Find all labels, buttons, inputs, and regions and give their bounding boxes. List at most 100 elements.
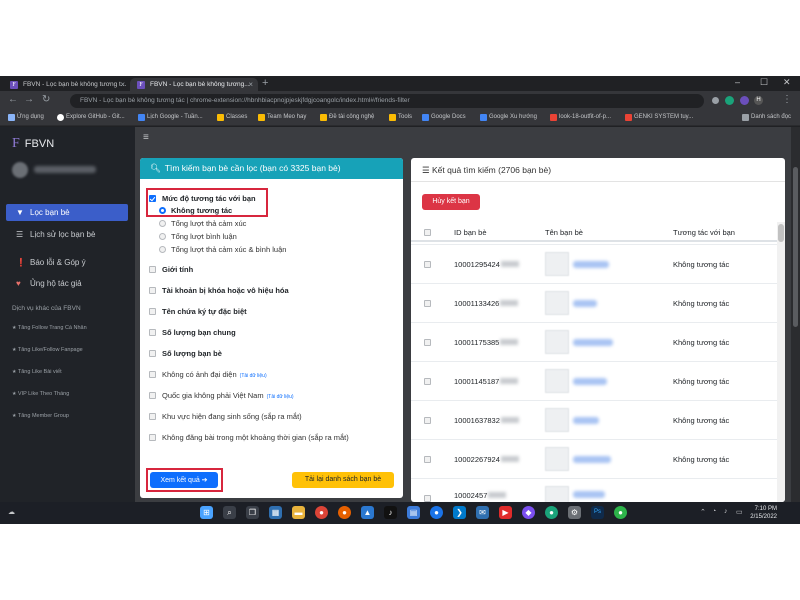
youtube-icon[interactable]: ▶ <box>499 506 512 519</box>
task-view-icon[interactable]: ❐ <box>246 506 259 519</box>
table-row[interactable]: 10001133426 Không tương tác <box>411 283 777 322</box>
minimize-button[interactable]: – <box>735 77 740 87</box>
close-window-button[interactable]: ✕ <box>783 77 791 88</box>
row-checkbox[interactable] <box>424 338 431 347</box>
line-icon[interactable]: ● <box>614 506 627 519</box>
checkbox[interactable] <box>149 195 156 202</box>
sidebar-item-filter-friends[interactable]: ▼ Lọc bạn bè <box>6 204 128 221</box>
select-all-checkbox[interactable] <box>424 228 431 237</box>
radio-reactions-and-comments[interactable]: Tổng lượt thả cảm xúc & bình luận <box>159 245 286 254</box>
filter-no-avatar[interactable]: Không có ảnh đại diện (Tải dữ liệu) <box>149 370 267 379</box>
service-link[interactable]: Tăng Member Group <box>12 413 69 419</box>
menu-dots-icon[interactable]: ⋮ <box>782 94 792 105</box>
profile-avatar[interactable]: H <box>754 96 763 105</box>
sidebar-item-filter-history[interactable]: ☰ Lịch sử lọc bạn bè <box>6 226 128 243</box>
battery-icon[interactable]: ▭ <box>736 508 743 516</box>
filter-friend-count[interactable]: Số lượng bạn bè <box>149 349 222 358</box>
address-bar[interactable]: FBVN - Lọc bạn bè không tương tác | chro… <box>70 94 704 108</box>
chrome-icon[interactable]: ● <box>315 506 328 519</box>
bookmark-item[interactable]: GENKI SYSTEM tuy... <box>625 114 693 121</box>
friend-name-blurred[interactable] <box>573 261 609 268</box>
scrollbar-thumb[interactable] <box>793 167 798 327</box>
row-checkbox[interactable] <box>424 416 431 425</box>
bookmark-item[interactable]: Tools <box>389 114 412 121</box>
checkbox[interactable] <box>149 308 156 315</box>
radio[interactable] <box>159 233 166 240</box>
checkbox[interactable] <box>149 350 156 357</box>
row-checkbox[interactable] <box>424 494 431 502</box>
table-row[interactable]: 10001295424 Không tương tác <box>411 244 777 283</box>
checkbox[interactable] <box>149 266 156 273</box>
friend-name-blurred[interactable] <box>573 300 597 307</box>
close-tab-icon[interactable]: × <box>120 80 125 89</box>
checkbox[interactable] <box>424 229 431 236</box>
table-row[interactable]: 10001145187 Không tương tác <box>411 361 777 400</box>
file-explorer-icon[interactable]: ▬ <box>292 506 305 519</box>
chrome-icon[interactable]: ● <box>430 506 443 519</box>
checkbox[interactable] <box>424 261 431 268</box>
radio-no-interaction[interactable]: Không tương tác <box>159 206 232 215</box>
checkbox[interactable] <box>424 300 431 307</box>
load-data-link[interactable]: (Tải dữ liệu) <box>267 394 294 400</box>
friend-name-blurred[interactable] <box>573 339 613 346</box>
reload-friends-button[interactable]: Tải lại danh sách bạn bè <box>292 472 394 488</box>
checkbox[interactable] <box>149 392 156 399</box>
checkbox[interactable] <box>149 434 156 441</box>
table-row[interactable]: 10001637832 Không tương tác <box>411 400 777 439</box>
row-checkbox[interactable] <box>424 299 431 308</box>
tiktok-icon[interactable]: ♪ <box>384 506 397 519</box>
friend-name-blurred[interactable] <box>573 417 599 424</box>
filter-mutual-friends[interactable]: Số lượng bạn chung <box>149 328 236 337</box>
extension-icon[interactable] <box>740 96 749 105</box>
checkbox[interactable] <box>424 417 431 424</box>
table-row[interactable]: 10002267924 Không tương tác <box>411 439 777 478</box>
checkbox[interactable] <box>424 378 431 385</box>
hamburger-menu-icon[interactable]: ≡ <box>143 132 149 143</box>
row-checkbox[interactable] <box>424 455 431 464</box>
checkbox[interactable] <box>424 339 431 346</box>
bookmark-item[interactable]: Explore GitHub - Git... <box>57 114 125 121</box>
start-icon[interactable]: ⊞ <box>200 506 213 519</box>
radio[interactable] <box>159 220 166 227</box>
extension-icon[interactable] <box>712 97 719 104</box>
unfriend-button[interactable]: Hủy kết bạn <box>422 194 480 210</box>
page-scrollbar[interactable] <box>791 127 800 502</box>
sidebar-item-donate[interactable]: ♥ Ủng hộ tác giả <box>6 275 128 292</box>
load-data-link[interactable]: (Tải dữ liệu) <box>240 373 267 379</box>
service-link[interactable]: Tăng Follow Trang Cá Nhân <box>12 325 87 331</box>
row-checkbox[interactable] <box>424 260 431 269</box>
radio[interactable] <box>159 246 166 253</box>
friend-name-blurred[interactable] <box>573 491 605 498</box>
widgets-icon[interactable]: ▦ <box>269 506 282 519</box>
checkbox[interactable] <box>149 371 156 378</box>
checkbox[interactable] <box>149 287 156 294</box>
bookmark-item[interactable]: Lịch Google - Tuần... <box>138 114 203 121</box>
checkbox[interactable] <box>424 495 431 502</box>
volume-icon[interactable]: ♪ <box>724 508 728 515</box>
table-scrollbar[interactable] <box>777 222 785 502</box>
messenger-icon[interactable]: ◆ <box>522 506 535 519</box>
filter-not-vietnam[interactable]: Quốc gia không phải Việt Nam (Tải dữ liệu… <box>149 391 294 400</box>
forward-icon[interactable]: → <box>24 94 34 105</box>
filter-no-posts[interactable]: Không đăng bài trong một khoảng thời gia… <box>149 433 349 442</box>
brand[interactable]: F FBVN <box>12 136 54 152</box>
scrollbar-thumb[interactable] <box>778 224 784 242</box>
radio-total-comments[interactable]: Tổng lượt bình luận <box>159 232 237 241</box>
table-row[interactable]: 10002457 <box>411 478 777 502</box>
bookmark-item[interactable]: Google Docs <box>422 114 466 121</box>
close-tab-icon[interactable]: × <box>248 80 253 89</box>
filter-special-characters[interactable]: Tên chứa ký tự đặc biệt <box>149 307 247 316</box>
weather-icon[interactable]: ☁ <box>8 508 15 516</box>
bookmark-item[interactable]: Google Xu hướng <box>480 114 537 121</box>
edge-icon[interactable]: ● <box>545 506 558 519</box>
user-profile[interactable] <box>8 160 128 182</box>
back-icon[interactable]: ← <box>8 94 18 105</box>
photoshop-icon[interactable]: Ps <box>591 506 604 519</box>
system-clock[interactable]: 7:10 PM 2/15/2022 <box>750 505 777 521</box>
mail-icon[interactable]: ✉ <box>476 506 489 519</box>
photos-icon[interactable]: ▲ <box>361 506 374 519</box>
bookmark-item[interactable]: Đề tài công nghệ <box>320 114 374 121</box>
service-link[interactable]: VIP Like Theo Tháng <box>12 391 69 397</box>
checkbox[interactable] <box>149 413 156 420</box>
browser-tab-2[interactable]: F FBVN - Lọc bạn bè không tương... × <box>130 78 258 91</box>
